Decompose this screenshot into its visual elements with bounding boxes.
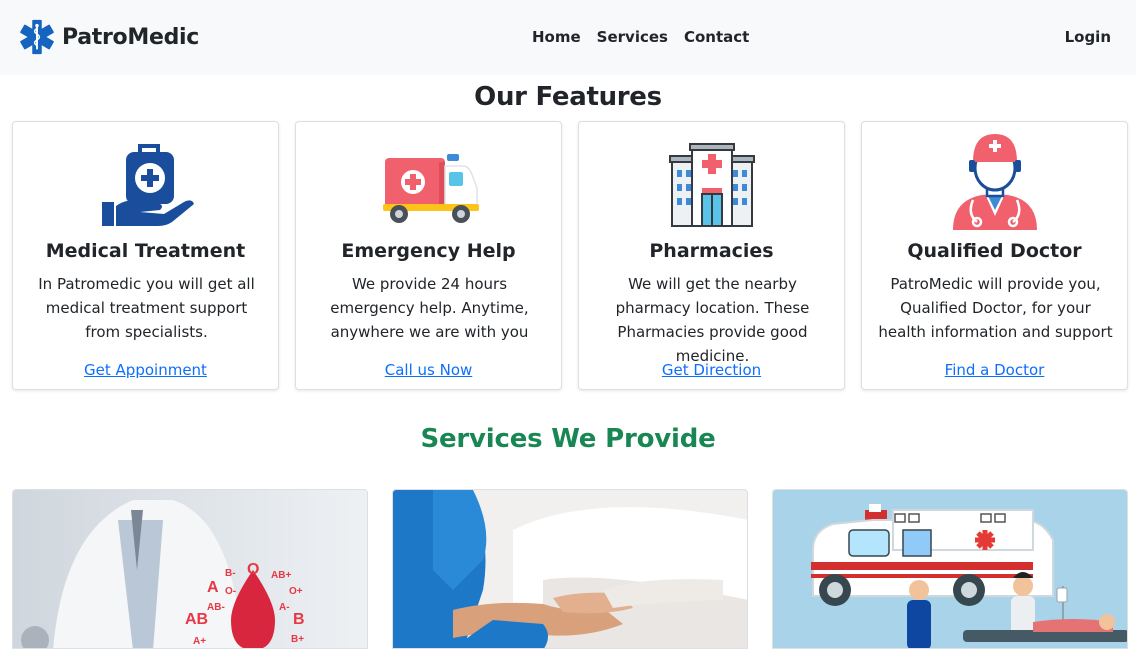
get-direction-link[interactable]: Get Direction: [579, 361, 844, 379]
card-title: Qualified Doctor: [907, 240, 1082, 262]
card-title: Pharmacies: [649, 240, 774, 262]
feature-card-medical-treatment: Medical Treatment In Patromedic you will…: [12, 121, 279, 390]
blood-label: AB: [185, 611, 208, 628]
service-image-blood-test: A B- O AB+ O- O+ AB- A- AB B B+ A+: [12, 489, 368, 649]
services-title: Services We Provide: [420, 424, 716, 454]
login-link[interactable]: Login: [1065, 28, 1111, 46]
nav-link-services[interactable]: Services: [597, 28, 668, 46]
blood-label: A: [207, 579, 219, 596]
features-title: Our Features: [474, 82, 662, 112]
card-text: We will get the nearby pharmacy location…: [615, 275, 810, 365]
blood-label: O-: [225, 586, 236, 597]
brand[interactable]: PatroMedic: [18, 18, 199, 56]
blood-label: B: [293, 611, 305, 628]
blood-label: O+: [289, 586, 303, 597]
blood-label: B+: [291, 634, 304, 645]
find-a-doctor-link[interactable]: Find a Doctor: [862, 361, 1127, 379]
nav-link-contact[interactable]: Contact: [684, 28, 749, 46]
navbar: PatroMedic Home Services Contact Login: [0, 0, 1136, 75]
blood-label: B-: [225, 568, 236, 579]
star-of-life-logo-icon: [20, 19, 54, 55]
ambulance-team-illustration: [773, 490, 1127, 648]
blood-type-illustration: A B- O AB+ O- O+ AB- A- AB B B+ A+: [13, 490, 367, 648]
nav-link-home[interactable]: Home: [532, 28, 581, 46]
doctor-avatar-icon: [952, 134, 1037, 230]
feature-card-emergency-help: Emergency Help We provide 24 hours emerg…: [295, 121, 562, 390]
card-title: Medical Treatment: [45, 240, 246, 262]
medical-bag-hand-icon: [101, 144, 194, 226]
feature-card-pharmacies: Pharmacies We will get the nearby pharma…: [578, 121, 845, 390]
ambulance-icon: [382, 154, 479, 223]
card-text: We provide 24 hours emergency help. Anyt…: [330, 275, 529, 341]
blood-label: A-: [279, 602, 290, 613]
blood-label: AB-: [207, 602, 225, 613]
card-title: Emergency Help: [341, 240, 516, 262]
blood-label: O: [247, 561, 259, 578]
call-us-now-link[interactable]: Call us Now: [296, 361, 561, 379]
get-appointment-link[interactable]: Get Appoinment: [13, 361, 278, 379]
brand-name: PatroMedic: [62, 24, 200, 50]
feature-card-qualified-doctor: Qualified Doctor PatroMedic will provide…: [861, 121, 1128, 390]
card-text: In Patromedic you will get all medical t…: [38, 275, 255, 341]
nursing-care-illustration: [393, 490, 747, 648]
blood-label: AB+: [271, 570, 291, 581]
service-image-nursing-care: [392, 489, 748, 649]
nav-links: Home Services Contact: [532, 28, 749, 46]
service-image-ambulance: [772, 489, 1128, 649]
card-text: PatroMedic will provide you, Qualified D…: [878, 275, 1113, 341]
hospital-building-icon: [668, 143, 755, 227]
